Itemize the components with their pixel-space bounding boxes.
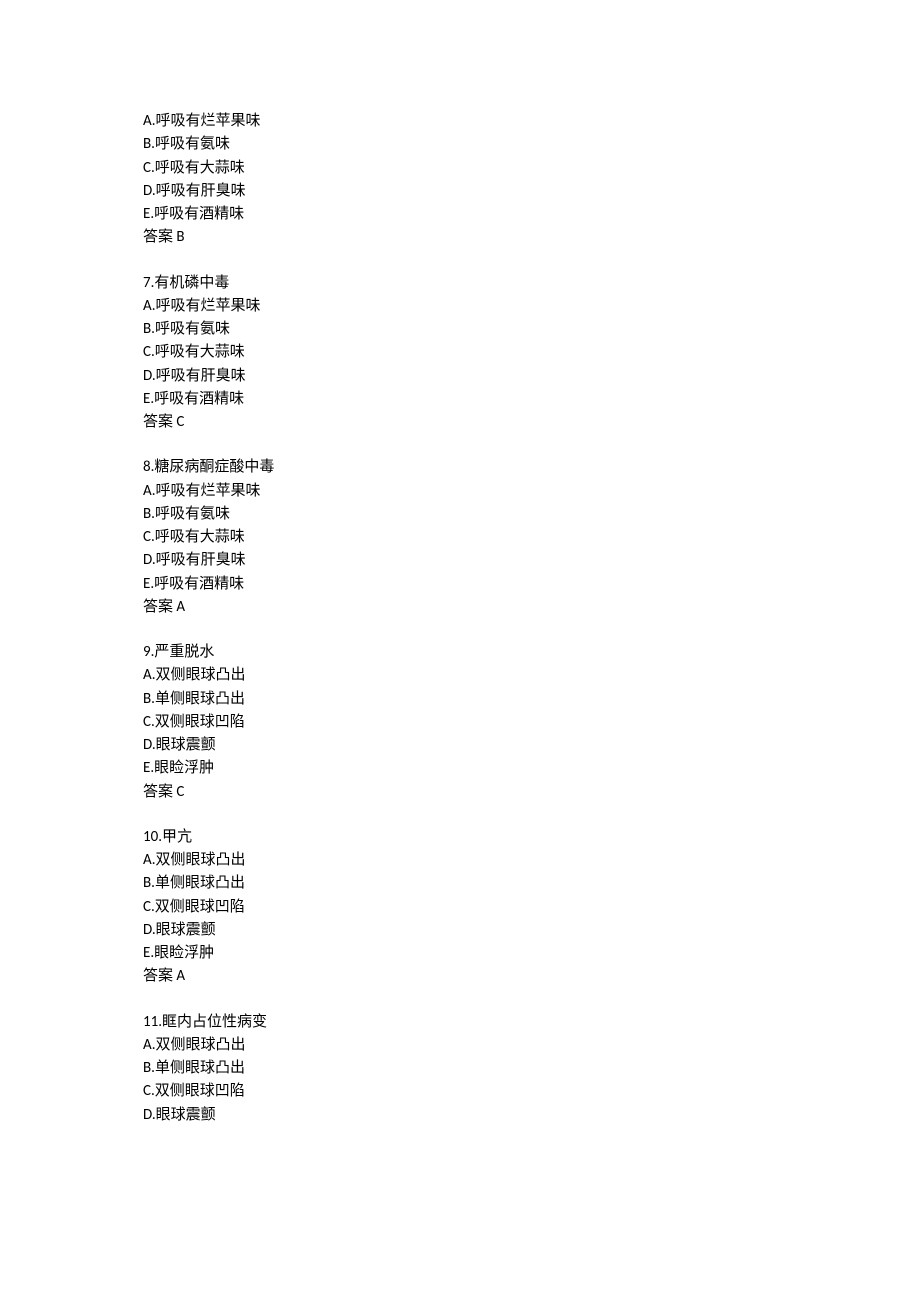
- answer: 答案 A: [143, 965, 920, 988]
- option-c: C.双侧眼球凹陷: [143, 896, 920, 919]
- question-block: 10.甲亢 A.双侧眼球凸出 B.单侧眼球凸出 C.双侧眼球凹陷 D.眼球震颤 …: [143, 826, 920, 989]
- question-block: 7.有机磷中毒 A.呼吸有烂苹果味 B.呼吸有氨味 C.呼吸有大蒜味 D.呼吸有…: [143, 272, 920, 435]
- question-text: 11.眶内占位性病变: [143, 1011, 920, 1034]
- answer: 答案 C: [143, 781, 920, 804]
- option-b: B.单侧眼球凸出: [143, 688, 920, 711]
- answer: 答案 C: [143, 411, 920, 434]
- option-d: D.呼吸有肝臭味: [143, 549, 920, 572]
- option-b: B.呼吸有氨味: [143, 133, 920, 156]
- option-e: E.眼睑浮肿: [143, 942, 920, 965]
- option-a: A.呼吸有烂苹果味: [143, 295, 920, 318]
- option-a: A.双侧眼球凸出: [143, 849, 920, 872]
- option-c: C.双侧眼球凹陷: [143, 1080, 920, 1103]
- option-b: B.单侧眼球凸出: [143, 872, 920, 895]
- option-e: E.呼吸有酒精味: [143, 573, 920, 596]
- option-a: A.双侧眼球凸出: [143, 1034, 920, 1057]
- option-e: E.呼吸有酒精味: [143, 203, 920, 226]
- question-block: A.呼吸有烂苹果味 B.呼吸有氨味 C.呼吸有大蒜味 D.呼吸有肝臭味 E.呼吸…: [143, 110, 920, 250]
- option-b: B.单侧眼球凸出: [143, 1057, 920, 1080]
- question-block: 11.眶内占位性病变 A.双侧眼球凸出 B.单侧眼球凸出 C.双侧眼球凹陷 D.…: [143, 1011, 920, 1127]
- option-e: E.呼吸有酒精味: [143, 388, 920, 411]
- question-text: 9.严重脱水: [143, 641, 920, 664]
- option-c: C.双侧眼球凹陷: [143, 711, 920, 734]
- option-e: E.眼睑浮肿: [143, 757, 920, 780]
- question-block: 8.糖尿病酮症酸中毒 A.呼吸有烂苹果味 B.呼吸有氨味 C.呼吸有大蒜味 D.…: [143, 456, 920, 619]
- question-block: 9.严重脱水 A.双侧眼球凸出 B.单侧眼球凸出 C.双侧眼球凹陷 D.眼球震颤…: [143, 641, 920, 804]
- question-text: 8.糖尿病酮症酸中毒: [143, 456, 920, 479]
- option-d: D.呼吸有肝臭味: [143, 180, 920, 203]
- option-d: D.眼球震颤: [143, 1104, 920, 1127]
- option-b: B.呼吸有氨味: [143, 318, 920, 341]
- option-b: B.呼吸有氨味: [143, 503, 920, 526]
- option-d: D.呼吸有肝臭味: [143, 365, 920, 388]
- question-text: 10.甲亢: [143, 826, 920, 849]
- option-a: A.双侧眼球凸出: [143, 664, 920, 687]
- option-a: A.呼吸有烂苹果味: [143, 110, 920, 133]
- option-c: C.呼吸有大蒜味: [143, 157, 920, 180]
- option-c: C.呼吸有大蒜味: [143, 341, 920, 364]
- option-a: A.呼吸有烂苹果味: [143, 480, 920, 503]
- option-d: D.眼球震颤: [143, 919, 920, 942]
- answer: 答案 A: [143, 596, 920, 619]
- option-d: D.眼球震颤: [143, 734, 920, 757]
- document-page: A.呼吸有烂苹果味 B.呼吸有氨味 C.呼吸有大蒜味 D.呼吸有肝臭味 E.呼吸…: [0, 0, 920, 1302]
- option-c: C.呼吸有大蒜味: [143, 526, 920, 549]
- question-text: 7.有机磷中毒: [143, 272, 920, 295]
- answer: 答案 B: [143, 226, 920, 249]
